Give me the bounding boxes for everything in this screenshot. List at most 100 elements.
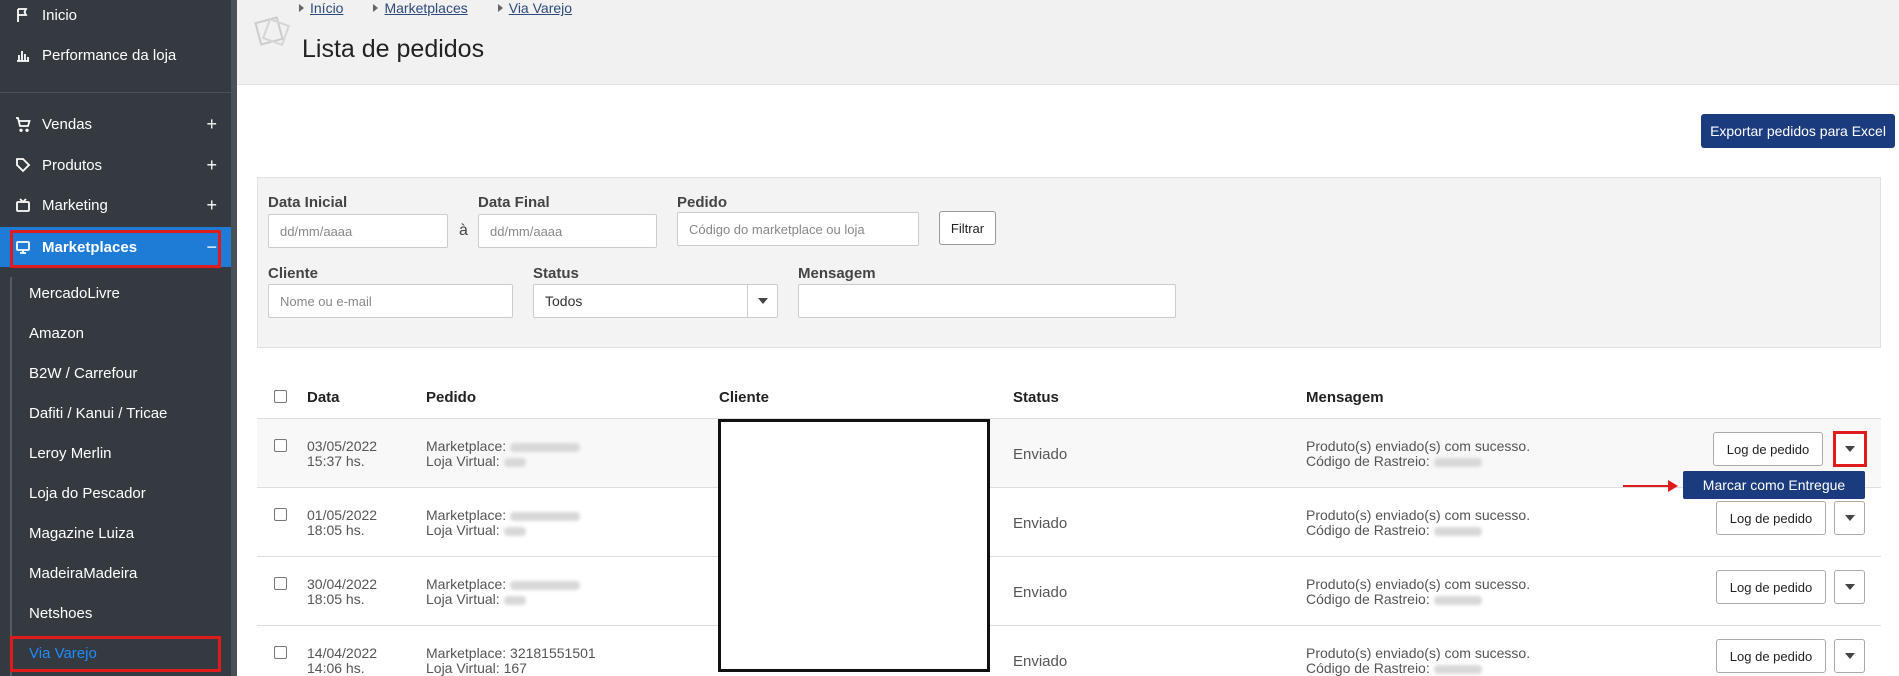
- select-all-checkbox[interactable]: [274, 390, 287, 403]
- sidebar-item-label: Inicio: [42, 6, 78, 24]
- date-separator: à: [459, 222, 468, 239]
- expand-icon[interactable]: +: [206, 195, 217, 216]
- status-label: Status: [533, 265, 579, 282]
- log-pedido-button[interactable]: Log de pedido: [1716, 570, 1826, 604]
- filter-button[interactable]: Filtrar: [939, 211, 996, 245]
- order-date: 14/04/2022: [307, 645, 378, 661]
- loja-label: Loja Virtual:: [426, 591, 500, 607]
- submenu-amazon[interactable]: Amazon: [29, 325, 84, 342]
- order-message: Produto(s) enviado(s) com sucesso.: [1306, 438, 1531, 454]
- pedido-input[interactable]: Código do marketplace ou loja: [677, 212, 919, 246]
- submenu-line: [10, 277, 12, 676]
- col-header-mensagem: Mensagem: [1306, 389, 1384, 406]
- marcar-entregue-menu-item[interactable]: Marcar como Entregue: [1683, 471, 1865, 499]
- sidebar-item-inicio[interactable]: Inicio: [0, 0, 231, 35]
- submenu-viavarejo[interactable]: Via Varejo: [29, 645, 97, 662]
- chevron-right-icon: [299, 4, 304, 12]
- submenu-magalu[interactable]: Magazine Luiza: [29, 525, 134, 542]
- tracking-label: Código de Rastreio:: [1306, 591, 1430, 607]
- log-pedido-button[interactable]: Log de pedido: [1713, 432, 1823, 466]
- order-marketplace: Marketplace:: [426, 576, 581, 592]
- sidebar-item-label: Performance da loja: [42, 46, 177, 64]
- cliente-input[interactable]: Nome ou e-mail: [268, 284, 513, 318]
- row-actions-dropdown[interactable]: [1834, 432, 1865, 466]
- marketplace-label: Marketplace:: [426, 438, 507, 454]
- order-time: 14:06 hs.: [307, 660, 365, 676]
- sidebar-item-marketplaces[interactable]: Marketplaces −: [0, 227, 231, 267]
- col-header-status: Status: [1013, 389, 1059, 406]
- data-inicial-label: Data Inicial: [268, 194, 348, 211]
- sidebar-item-performance[interactable]: Performance da loja: [0, 35, 231, 75]
- pedido-label: Pedido: [677, 194, 728, 211]
- data-inicial-input[interactable]: dd/mm/aaaa: [268, 214, 448, 248]
- submenu-b2w[interactable]: B2W / Carrefour: [29, 365, 137, 382]
- order-marketplace: Marketplace: 32181551501: [426, 645, 596, 661]
- row-checkbox[interactable]: [274, 577, 287, 590]
- submenu-netshoes[interactable]: Netshoes: [29, 605, 92, 622]
- status-select[interactable]: Todos: [533, 284, 778, 318]
- order-date: 01/05/2022: [307, 507, 378, 523]
- log-pedido-button[interactable]: Log de pedido: [1716, 501, 1826, 535]
- order-marketplace: Marketplace:: [426, 438, 581, 454]
- order-status: Enviado: [1013, 584, 1068, 601]
- collapse-icon[interactable]: −: [206, 237, 217, 258]
- order-loja: Loja Virtual:: [426, 522, 526, 538]
- submenu-pescador[interactable]: Loja do Pescador: [29, 485, 146, 502]
- order-loja: Loja Virtual:: [426, 453, 526, 469]
- row-checkbox[interactable]: [274, 508, 287, 521]
- submenu-madeira[interactable]: MadeiraMadeira: [29, 565, 137, 582]
- order-status: Enviado: [1013, 446, 1068, 463]
- row-actions-dropdown[interactable]: [1834, 639, 1865, 673]
- row-checkbox[interactable]: [274, 439, 287, 452]
- annotation-arrow: [1623, 485, 1671, 487]
- sidebar-item-produtos[interactable]: Produtos +: [0, 145, 231, 185]
- order-marketplace: Marketplace:: [426, 507, 581, 523]
- tracking-label: Código de Rastreio:: [1306, 453, 1430, 469]
- breadcrumb-viavarejo[interactable]: Via Varejo: [509, 0, 572, 16]
- chevron-right-icon: [373, 4, 379, 12]
- submenu-leroy[interactable]: Leroy Merlin: [29, 445, 112, 462]
- chevron-down-icon: [747, 285, 777, 317]
- sidebar-item-label: Vendas: [42, 115, 93, 133]
- row-actions-dropdown[interactable]: [1834, 570, 1865, 604]
- cliente-label: Cliente: [268, 265, 319, 282]
- monitor-icon: [14, 238, 32, 256]
- col-header-pedido: Pedido: [426, 389, 477, 406]
- page-title: Lista de pedidos: [302, 35, 485, 63]
- row-actions-dropdown[interactable]: [1834, 501, 1865, 535]
- breadcrumb-marketplaces[interactable]: Marketplaces: [384, 0, 467, 16]
- export-excel-button[interactable]: Exportar pedidos para Excel: [1701, 114, 1895, 148]
- chevron-right-icon: [497, 4, 503, 12]
- order-message: Produto(s) enviado(s) com sucesso.: [1306, 507, 1531, 523]
- sidebar-item-marketing[interactable]: Marketing +: [0, 185, 231, 225]
- row-checkbox[interactable]: [274, 646, 287, 659]
- order-date: 30/04/2022: [307, 576, 378, 592]
- data-final-input[interactable]: dd/mm/aaaa: [478, 214, 657, 248]
- col-header-cliente: Cliente: [719, 389, 770, 406]
- order-status: Enviado: [1013, 515, 1068, 532]
- log-pedido-button[interactable]: Log de pedido: [1716, 639, 1826, 673]
- order-tracking: Código de Rastreio:: [1306, 522, 1482, 538]
- order-loja: Loja Virtual:: [426, 591, 526, 607]
- expand-icon[interactable]: +: [206, 155, 217, 176]
- expand-icon[interactable]: +: [206, 114, 217, 135]
- mensagem-input[interactable]: [798, 284, 1176, 318]
- marketplace-label: Marketplace:: [426, 576, 507, 592]
- annotation-arrow-head: [1668, 480, 1678, 492]
- submenu-mercadolivre[interactable]: MercadoLivre: [29, 285, 120, 302]
- order-date: 03/05/2022: [307, 438, 378, 454]
- order-message: Produto(s) enviado(s) com sucesso.: [1306, 645, 1531, 661]
- tracking-label: Código de Rastreio:: [1306, 522, 1430, 538]
- chevron-down-icon: [1844, 653, 1855, 659]
- order-tracking: Código de Rastreio:: [1306, 591, 1482, 607]
- cart-icon: [14, 115, 32, 133]
- order-time: 18:05 hs.: [307, 522, 365, 538]
- flag-icon: [14, 6, 32, 24]
- sidebar-item-vendas[interactable]: Vendas +: [0, 104, 231, 144]
- tag-icon: [14, 156, 32, 174]
- submenu-dafiti[interactable]: Dafiti / Kanui / Tricae: [29, 405, 167, 422]
- marketplace-label: Marketplace:: [426, 507, 507, 523]
- cliente-redaction-box: [718, 419, 990, 672]
- breadcrumb-inicio[interactable]: Início: [310, 0, 343, 16]
- sidebar-divider: [0, 92, 231, 93]
